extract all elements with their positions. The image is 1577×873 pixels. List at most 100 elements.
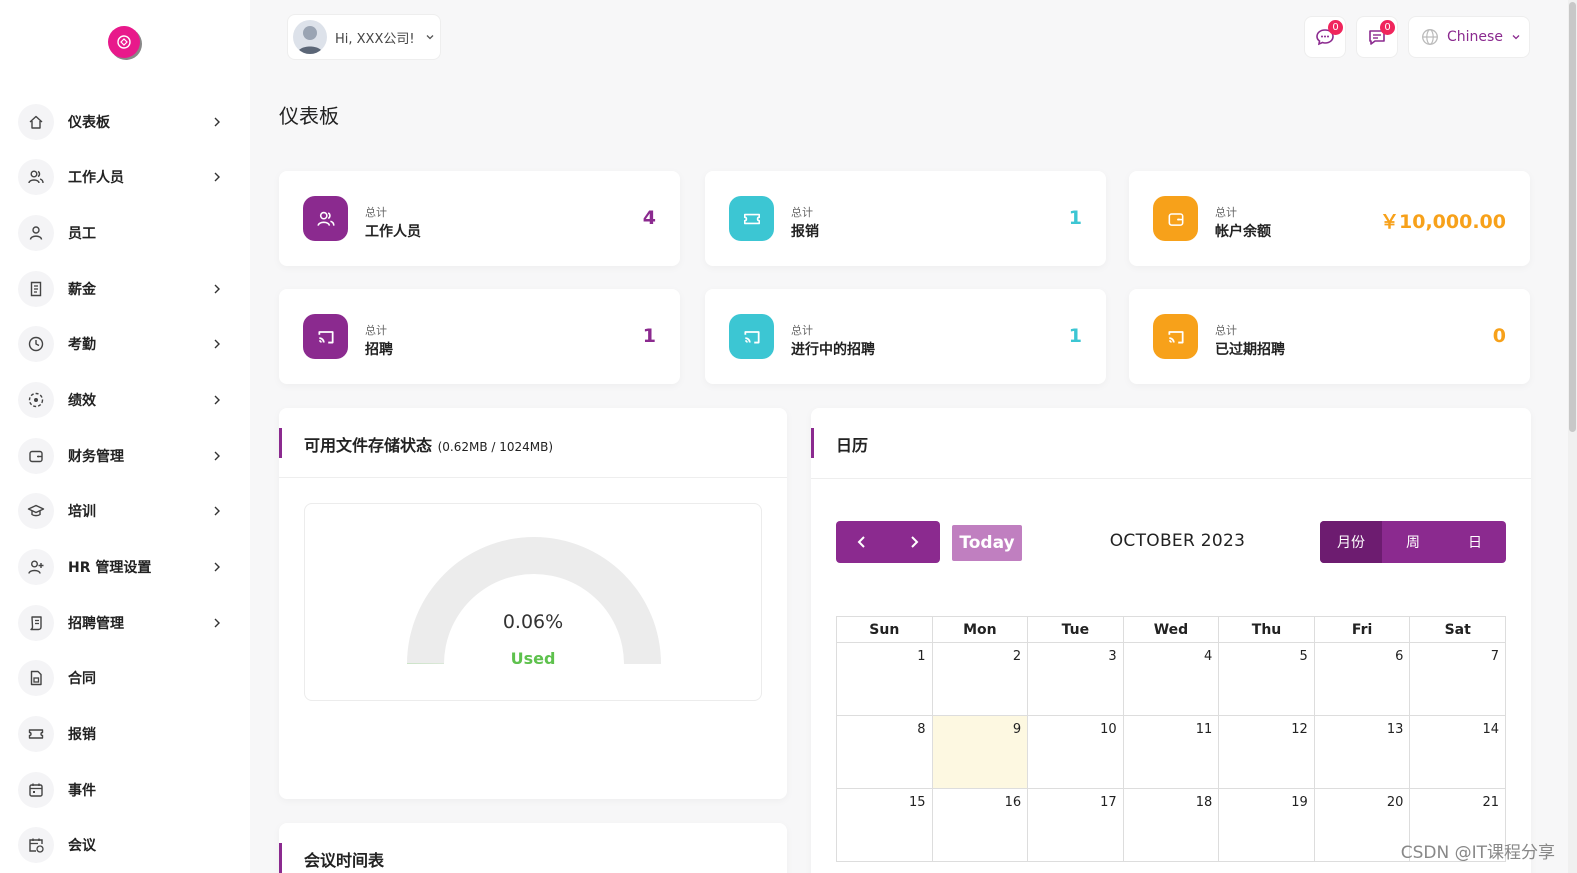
chevron-right-icon bbox=[214, 284, 220, 294]
calendar-day-number: 21 bbox=[1482, 795, 1499, 810]
weekday-header: Tue bbox=[1027, 616, 1124, 643]
page-title: 仪表板 bbox=[279, 104, 339, 128]
users-icon bbox=[303, 196, 348, 241]
calendar-day-number: 9 bbox=[1012, 722, 1022, 737]
calendar-day-cell[interactable]: 5 bbox=[1218, 642, 1315, 716]
scrollbar[interactable] bbox=[1568, 0, 1577, 873]
calendar-day-cell[interactable]: 4 bbox=[1122, 642, 1220, 716]
sidebar-item[interactable]: 合同 bbox=[18, 660, 233, 696]
sidebar-item[interactable]: 招聘管理 bbox=[18, 605, 233, 641]
messages-button[interactable]: 0 bbox=[1356, 16, 1398, 58]
watermark: CSDN @IT课程分享 bbox=[1400, 843, 1555, 863]
calendar-month-label: OCTOBER 2023 bbox=[1109, 531, 1246, 551]
language-label: Chinese bbox=[1447, 29, 1503, 45]
calendar-day-cell[interactable]: 10 bbox=[1027, 715, 1124, 789]
calendar-day-cell[interactable]: 16 bbox=[931, 788, 1029, 862]
sidebar-item-label: 工作人员 bbox=[68, 170, 124, 186]
user-plus-icon bbox=[18, 549, 54, 585]
calendar-day-cell[interactable]: 13 bbox=[1313, 715, 1411, 789]
sidebar-item-label: 报销 bbox=[68, 727, 96, 743]
sidebar-item[interactable]: 财务管理 bbox=[18, 438, 233, 474]
calendar-prev-button[interactable] bbox=[836, 521, 888, 563]
sidebar-item-label: 仪表板 bbox=[68, 115, 110, 131]
chevron-down-icon bbox=[426, 35, 434, 40]
sidebar-item[interactable]: 薪金 bbox=[18, 271, 233, 307]
sidebar-item[interactable]: 报销 bbox=[18, 716, 233, 752]
stat-card[interactable]: 总计 招聘 1 bbox=[279, 289, 680, 384]
sidebar-item-label: 绩效 bbox=[68, 393, 96, 409]
scrollbar-thumb[interactable] bbox=[1569, 2, 1576, 432]
app-logo[interactable] bbox=[108, 26, 142, 60]
calendar-day-cell[interactable]: 19 bbox=[1218, 788, 1315, 862]
weekday-header: Sun bbox=[836, 616, 933, 643]
calendar-day-cell[interactable]: 9 bbox=[931, 715, 1029, 789]
view-week-button[interactable]: 周 bbox=[1382, 521, 1444, 563]
stat-caption: 总计 bbox=[791, 324, 813, 337]
calendar-day-number: 5 bbox=[1299, 649, 1308, 664]
stat-value: 4 bbox=[642, 207, 656, 229]
calendar-day-cell[interactable]: 20 bbox=[1313, 788, 1411, 862]
calendar-day-cell[interactable]: 12 bbox=[1218, 715, 1315, 789]
users-icon bbox=[18, 159, 54, 195]
stat-value: ￥10,000.00 bbox=[1380, 211, 1506, 233]
storage-panel: 可用文件存储状态 (0.62MB / 1024MB) 0.06% Used bbox=[279, 408, 787, 799]
chat-button[interactable]: 0 bbox=[1304, 16, 1346, 58]
calendar-day-cell[interactable]: 15 bbox=[836, 788, 933, 862]
stat-card[interactable]: 总计 进行中的招聘 1 bbox=[705, 289, 1106, 384]
calendar-day-cell[interactable]: 8 bbox=[836, 715, 933, 789]
view-day-button[interactable]: 日 bbox=[1444, 521, 1506, 563]
globe-icon bbox=[1422, 29, 1438, 45]
stat-label: 进行中的招聘 bbox=[791, 342, 875, 358]
gauge-chart bbox=[407, 536, 661, 664]
sidebar-item-label: 员工 bbox=[68, 226, 96, 242]
sidebar-item[interactable]: 考勤 bbox=[18, 326, 233, 362]
sidebar-item[interactable]: 绩效 bbox=[18, 382, 233, 418]
sidebar: 仪表板工作人员员工薪金考勤绩效财务管理培训 HR 管理设置 招聘管理合同报销事件会议 bbox=[0, 0, 250, 873]
calendar-next-button[interactable] bbox=[888, 521, 940, 563]
calendar-day-cell[interactable]: 1 bbox=[836, 642, 933, 716]
chevron-right-icon bbox=[214, 172, 220, 182]
chevron-right-icon bbox=[214, 451, 220, 461]
user-menu[interactable]: Hi, XXX公司! bbox=[287, 14, 441, 60]
sidebar-item[interactable]: 仪表板 bbox=[18, 104, 233, 140]
file-icon bbox=[18, 660, 54, 696]
storage-gauge: 0.06% Used bbox=[304, 503, 762, 701]
gauge-track bbox=[407, 536, 661, 664]
calendar-day-cell[interactable]: 18 bbox=[1122, 788, 1220, 862]
today-button[interactable]: Today bbox=[952, 525, 1022, 561]
stat-card[interactable]: 总计 报销 1 bbox=[705, 171, 1106, 266]
sidebar-item[interactable]: 会议 bbox=[18, 827, 233, 863]
calendar-day-cell[interactable]: 2 bbox=[931, 642, 1029, 716]
scroll-icon bbox=[18, 605, 54, 641]
panel-accent-bar bbox=[279, 843, 282, 873]
sidebar-item[interactable]: 工作人员 bbox=[18, 159, 233, 195]
target-icon bbox=[18, 382, 54, 418]
weekday-header: Wed bbox=[1122, 616, 1220, 643]
calendar-day-number: 14 bbox=[1482, 722, 1499, 737]
calendar-day-cell[interactable]: 14 bbox=[1409, 715, 1506, 789]
stat-card[interactable]: 总计 已过期招聘 0 bbox=[1129, 289, 1530, 384]
stat-card[interactable]: 总计 工作人员 4 bbox=[279, 171, 680, 266]
sidebar-item-label: 薪金 bbox=[68, 282, 96, 298]
calendar-view-switcher: 月份 周 日 bbox=[1320, 521, 1506, 563]
panel-accent-bar bbox=[279, 428, 282, 458]
sidebar-item[interactable]: 事件 bbox=[18, 772, 233, 808]
receipt-icon bbox=[18, 271, 54, 307]
calendar-day-number: 12 bbox=[1291, 722, 1308, 737]
sidebar-item[interactable]: 员工 bbox=[18, 215, 233, 251]
view-month-button[interactable]: 月份 bbox=[1320, 521, 1382, 563]
chevron-right-icon bbox=[214, 506, 220, 516]
calendar-day-cell[interactable]: 6 bbox=[1313, 642, 1411, 716]
calendar-day-cell[interactable]: 7 bbox=[1409, 642, 1506, 716]
calendar-day-cell[interactable]: 11 bbox=[1122, 715, 1220, 789]
calendar-day-cell[interactable]: 3 bbox=[1027, 642, 1124, 716]
sidebar-item[interactable]: HR 管理设置 bbox=[18, 549, 233, 585]
language-selector[interactable]: Chinese bbox=[1408, 16, 1530, 58]
calendar-grid: Sun Mon Tue Wed Thu Fri Sat 1 2 3 4 5 6 7 8 9 10 11 12 13 1… bbox=[836, 616, 1506, 862]
sidebar-item[interactable]: 培训 bbox=[18, 493, 233, 529]
stat-card[interactable]: 总计 帐户余额 ￥10,000.00 bbox=[1129, 171, 1530, 266]
calendar-day-number: 13 bbox=[1386, 722, 1404, 737]
calendar-day-number: 19 bbox=[1291, 795, 1308, 810]
stat-caption: 总计 bbox=[365, 324, 387, 337]
calendar-day-cell[interactable]: 17 bbox=[1027, 788, 1124, 862]
